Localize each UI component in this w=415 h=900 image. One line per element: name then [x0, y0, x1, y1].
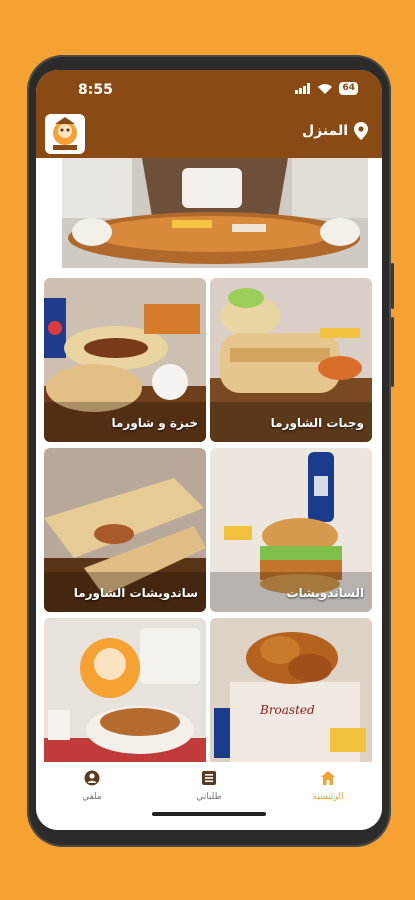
- bottom-navigation: الرئيسية طلباتي ملفي: [36, 762, 382, 830]
- category-label: الساندويشات: [286, 586, 364, 600]
- phone-frame: 8:55 64 المنزل وجبات الشاورما خبزة و شاو…: [27, 55, 394, 847]
- category-card-shawarma-meals[interactable]: وجبات الشاورما: [210, 278, 372, 442]
- battery-icon: 64: [339, 82, 358, 95]
- location-selector[interactable]: المنزل: [302, 122, 368, 140]
- nav-orders[interactable]: طلباتي: [169, 770, 249, 802]
- nav-home[interactable]: الرئيسية: [288, 770, 368, 802]
- home-icon: [321, 771, 335, 785]
- volume-button: [391, 317, 394, 387]
- app-screen: 8:55 64 المنزل وجبات الشاورما خبزة و شاو…: [36, 70, 382, 830]
- home-indicator: [152, 812, 266, 816]
- category-label: وجبات الشاورما: [270, 416, 364, 430]
- category-label: ساندويشات الشاورما: [73, 586, 198, 600]
- category-card-platters[interactable]: [44, 618, 206, 762]
- profile-icon: [84, 770, 100, 786]
- power-button: [391, 263, 394, 309]
- location-label: المنزل: [301, 123, 348, 139]
- promo-banner[interactable]: [62, 158, 368, 268]
- category-card-sandwiches[interactable]: الساندويشات: [210, 448, 372, 612]
- category-card-shawarma-sandwiches[interactable]: ساندويشات الشاورما: [44, 448, 206, 612]
- status-time: 8:55: [78, 82, 113, 98]
- status-bar: 8:55 64: [36, 70, 382, 106]
- svg-text:Broasted: Broasted: [259, 703, 315, 717]
- app-bar: 8:55 64 المنزل: [36, 70, 382, 158]
- category-card-bread-shawarma[interactable]: خبزة و شاورما: [44, 278, 206, 442]
- orders-list-icon: [202, 771, 216, 785]
- category-grid: وجبات الشاورما خبزة و شاورما الساندويشات…: [44, 278, 374, 762]
- nav-orders-label: طلباتي: [196, 792, 222, 802]
- nav-profile-label: ملفي: [82, 792, 102, 802]
- nav-home-label: الرئيسية: [312, 792, 344, 802]
- wifi-icon: [318, 83, 333, 94]
- category-card-broasted[interactable]: Broasted: [210, 618, 372, 762]
- location-pin-icon: [354, 122, 368, 140]
- brand-logo[interactable]: [45, 114, 85, 154]
- status-icons: 64: [295, 82, 358, 95]
- signal-icon: [295, 83, 311, 94]
- category-label: خبزة و شاورما: [111, 416, 198, 430]
- nav-profile[interactable]: ملفي: [52, 770, 132, 802]
